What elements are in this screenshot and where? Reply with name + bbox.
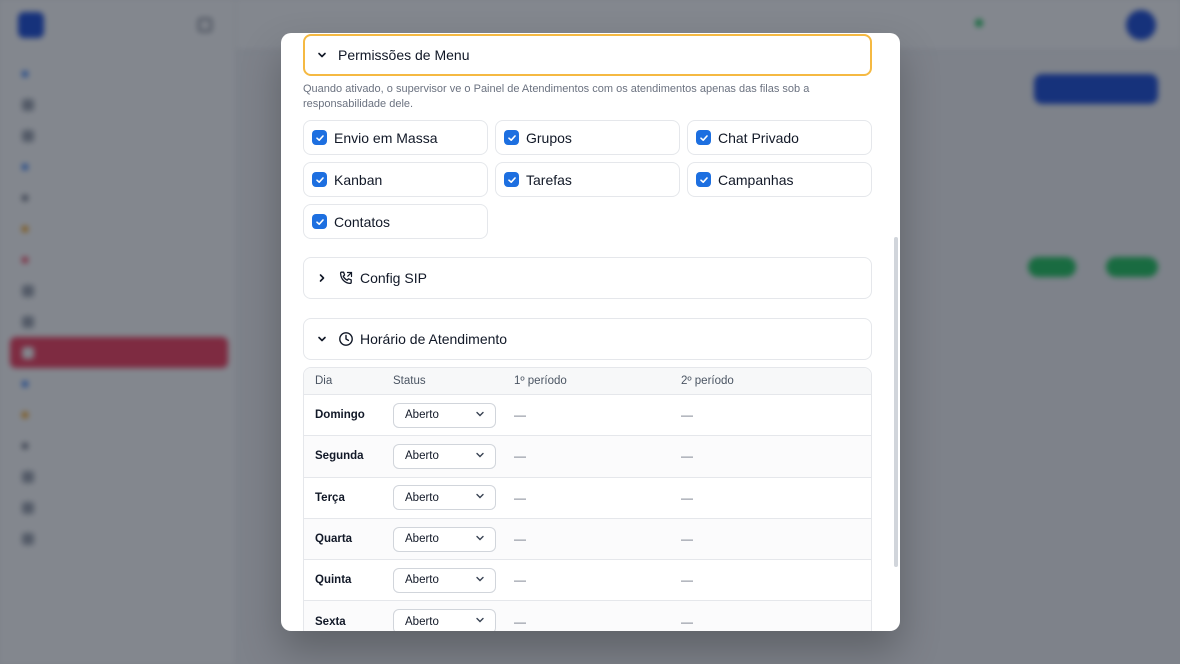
status-select[interactable]: Aberto: [393, 443, 496, 469]
chevron-down-icon: [475, 574, 485, 587]
period-1-value: —: [514, 573, 526, 588]
permission-contatos[interactable]: Contatos: [303, 204, 488, 239]
period-2-value: —: [681, 408, 693, 423]
day-label: Segunda: [315, 450, 364, 463]
chevron-right-icon: [316, 272, 328, 284]
clock-icon: [338, 331, 354, 347]
status-select[interactable]: Aberto: [393, 526, 496, 552]
checkbox-checked-icon[interactable]: [312, 172, 327, 187]
period-2-value: —: [681, 532, 693, 547]
table-row: Quarta Aberto — —: [304, 518, 871, 561]
permission-label: Kanban: [334, 171, 383, 188]
sip-config-title: Config SIP: [360, 270, 427, 286]
column-header-period-2: 2º período: [681, 375, 734, 387]
chevron-down-icon: [475, 615, 485, 628]
menu-permissions-header[interactable]: Permissões de Menu: [303, 34, 872, 76]
checkbox-checked-icon[interactable]: [504, 130, 519, 145]
period-2-value: —: [681, 614, 693, 629]
day-label: Sexta: [315, 615, 346, 628]
checkbox-checked-icon[interactable]: [312, 130, 327, 145]
chevron-down-icon: [475, 491, 485, 504]
day-label: Quinta: [315, 574, 352, 587]
table-row: Quinta Aberto — —: [304, 560, 871, 602]
phone-icon: [338, 270, 354, 286]
checkbox-checked-icon[interactable]: [312, 214, 327, 229]
permission-label: Grupos: [526, 129, 572, 146]
permission-kanban[interactable]: Kanban: [303, 162, 488, 197]
status-select[interactable]: Aberto: [393, 402, 496, 428]
sip-config-header[interactable]: Config SIP: [303, 257, 872, 299]
period-1-value: —: [514, 408, 526, 423]
period-2-value: —: [681, 449, 693, 464]
period-1-value: —: [514, 449, 526, 464]
business-hours-table: Dia Status 1º período 2º período Domingo…: [303, 367, 872, 631]
checkbox-checked-icon[interactable]: [504, 172, 519, 187]
permission-chat-privado[interactable]: Chat Privado: [687, 120, 872, 155]
status-value: Aberto: [405, 533, 439, 546]
table-header: Dia Status 1º período 2º período: [304, 368, 871, 395]
permission-tarefas[interactable]: Tarefas: [495, 162, 680, 197]
chevron-down-icon: [316, 333, 328, 345]
user-edit-modal: Permissões de Menu Quando ativado, o sup…: [281, 33, 900, 631]
table-row: Segunda Aberto — —: [304, 436, 871, 478]
chevron-down-icon: [475, 450, 485, 463]
day-label: Domingo: [315, 409, 365, 422]
status-select[interactable]: Aberto: [393, 567, 496, 593]
table-row: Sexta Aberto — —: [304, 601, 871, 631]
menu-permissions-title: Permissões de Menu: [338, 47, 470, 63]
checkbox-checked-icon[interactable]: [696, 172, 711, 187]
status-select[interactable]: Aberto: [393, 485, 496, 511]
permission-campanhas[interactable]: Campanhas: [687, 162, 872, 197]
permission-label: Envio em Massa: [334, 129, 438, 146]
menu-permissions-description: Quando ativado, o supervisor ve o Painel…: [303, 83, 810, 110]
chevron-down-icon: [475, 533, 485, 546]
status-select[interactable]: Aberto: [393, 609, 496, 631]
column-header-status: Status: [393, 375, 426, 387]
status-value: Aberto: [405, 574, 439, 587]
modal-scrollbar-thumb[interactable]: [894, 237, 898, 567]
period-2-value: —: [681, 490, 693, 505]
table-row: Terça Aberto — —: [304, 478, 871, 519]
business-hours-title: Horário de Atendimento: [360, 331, 508, 347]
period-2-value: —: [681, 573, 693, 588]
modal-scroll-area: Permissões de Menu Quando ativado, o sup…: [281, 33, 900, 631]
status-value: Aberto: [405, 450, 439, 463]
status-value: Aberto: [405, 491, 439, 504]
column-header-period-1: 1º período: [514, 375, 567, 387]
day-label: Terça: [315, 491, 345, 504]
status-value: Aberto: [405, 409, 439, 422]
period-1-value: —: [514, 490, 526, 505]
status-value: Aberto: [405, 615, 439, 628]
period-1-value: —: [514, 532, 526, 547]
business-hours-header[interactable]: Horário de Atendimento: [303, 318, 872, 360]
chevron-down-icon: [475, 409, 485, 422]
permission-grupos[interactable]: Grupos: [495, 120, 680, 155]
checkbox-checked-icon[interactable]: [696, 130, 711, 145]
column-header-day: Dia: [315, 375, 333, 387]
permission-label: Tarefas: [526, 171, 572, 188]
period-1-value: —: [514, 614, 526, 629]
permission-label: Contatos: [334, 213, 391, 230]
chevron-down-icon: [316, 49, 328, 61]
day-label: Quarta: [315, 533, 353, 546]
permission-envio-em-massa[interactable]: Envio em Massa: [303, 120, 488, 155]
permission-label: Chat Privado: [718, 129, 799, 146]
permission-label: Campanhas: [718, 171, 794, 188]
table-row: Domingo Aberto — —: [304, 395, 871, 437]
